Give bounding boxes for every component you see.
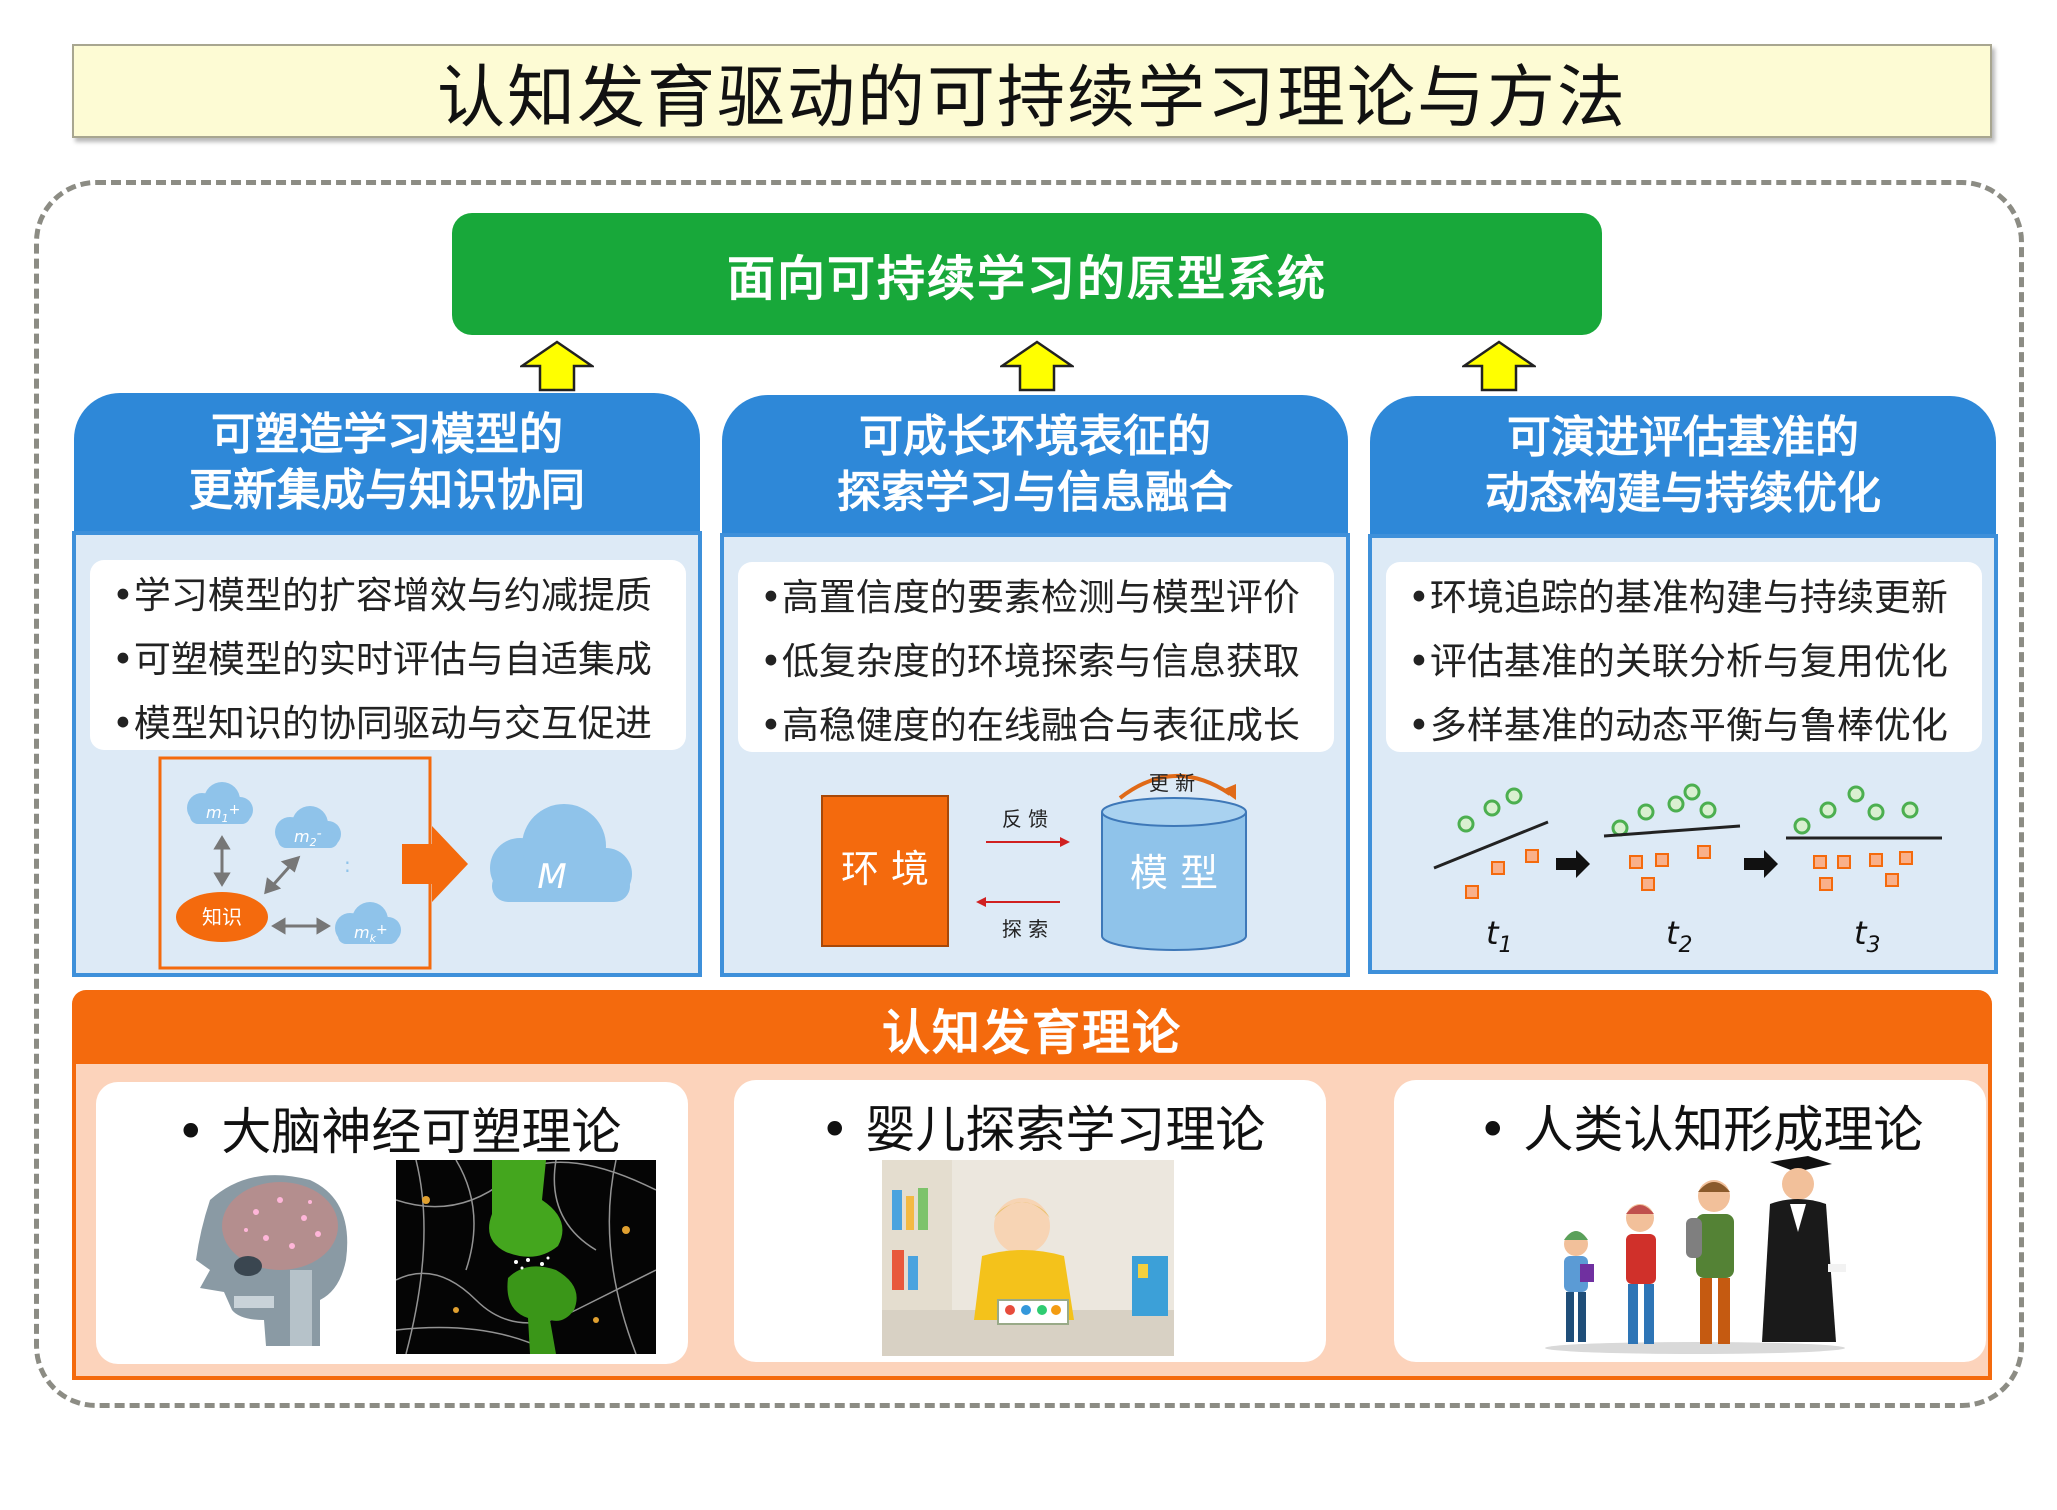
page-title: 认知发育驱动的可持续学习理论与方法 (72, 44, 1992, 138)
person-graduate-icon (1762, 1156, 1846, 1342)
svg-text:探 索: 探 索 (1002, 917, 1048, 941)
bullet-item: •多样基准的动态平衡与鲁棒优化 (1408, 704, 1948, 747)
prototype-banner: 面向可持续学习的原型系统 (452, 213, 1602, 335)
panel-title-line2: 更新集成与知识协同 (189, 465, 585, 516)
svg-text:知识: 知识 (202, 905, 242, 929)
svg-text:t1: t1 (1486, 914, 1513, 958)
panel-title-line1: 可成长环境表征的 (859, 411, 1211, 462)
panel-model-bullets: •学习模型的扩容增效与约减提质 •可塑模型的实时评估与自适集成 •模型知识的协同… (90, 560, 686, 750)
up-arrow-icon (1000, 340, 1074, 392)
panel-title-line2: 动态构建与持续优化 (1485, 468, 1881, 519)
panel-title-line1: 可塑造学习模型的 (211, 409, 563, 460)
theory-title: 认知发育理论 (72, 990, 1992, 1066)
up-arrow-icon (1462, 340, 1536, 392)
svg-text:t2: t2 (1666, 914, 1693, 958)
panel-title-line1: 可演进评估基准的 (1507, 412, 1859, 463)
synapse-image (396, 1160, 656, 1354)
panel-bench-header: 可演进评估基准的 动态构建与持续优化 (1370, 396, 1996, 536)
svg-text:模 型: 模 型 (1130, 851, 1218, 895)
panel-model-header: 可塑造学习模型的 更新集成与知识协同 (74, 393, 700, 533)
svg-text:更 新: 更 新 (1149, 771, 1195, 795)
right-arrow-icon (1744, 850, 1778, 878)
bullet-item: •低复杂度的环境探索与信息获取 (760, 640, 1300, 683)
panel-title-line2: 探索学习与信息融合 (837, 467, 1233, 518)
up-arrow-icon (520, 340, 594, 392)
bullet-item: •可塑模型的实时评估与自适集成 (112, 638, 652, 681)
panel-env-bullets: •高置信度的要素检测与模型评价 •低复杂度的环境探索与信息获取 •高稳健度的在线… (738, 562, 1334, 752)
bullet-item: •模型知识的协同驱动与交互促进 (112, 702, 652, 745)
svg-text:环 境: 环 境 (841, 847, 929, 891)
svg-text::: : (344, 853, 351, 877)
bullet-item: •环境追踪的基准构建与持续更新 (1408, 576, 1948, 619)
svg-text:反 馈: 反 馈 (1002, 807, 1048, 831)
infant-playing-image (882, 1160, 1174, 1356)
theory-item-label: • 婴儿探索学习理论 (820, 1101, 1266, 1159)
panel-bench-bullets: •环境追踪的基准构建与持续更新 •评估基准的关联分析与复用优化 •多样基准的动态… (1386, 562, 1982, 752)
svg-text:M: M (537, 857, 566, 897)
right-arrow-icon (402, 826, 468, 902)
bullet-item: •评估基准的关联分析与复用优化 (1408, 640, 1948, 683)
brain-skull-image (170, 1160, 360, 1350)
bullet-item: •高置信度的要素检测与模型评价 (760, 576, 1300, 619)
knowledge-collab-diagram: m1+ m2- mk+ 知识 : M (158, 756, 632, 970)
theory-item-label: • 大脑神经可塑理论 (176, 1103, 622, 1161)
bullet-item: •学习模型的扩容增效与约减提质 (112, 574, 652, 617)
person-youth-icon (1686, 1180, 1734, 1344)
env-model-diagram: 环 境 反 馈 探 索 模 型 更 新 (821, 771, 1247, 951)
panel-env-header: 可成长环境表征的 探索学习与信息融合 (722, 395, 1348, 535)
svg-text:t3: t3 (1854, 914, 1881, 958)
person-child-icon (1564, 1231, 1594, 1342)
benchmark-evolution-diagram: t1 t2 t3 (1433, 783, 1942, 958)
person-teen-icon (1626, 1204, 1656, 1344)
human-growth-image (1545, 1156, 1846, 1354)
bullet-item: •高稳健度的在线融合与表征成长 (760, 704, 1300, 747)
right-arrow-icon (1556, 850, 1590, 878)
